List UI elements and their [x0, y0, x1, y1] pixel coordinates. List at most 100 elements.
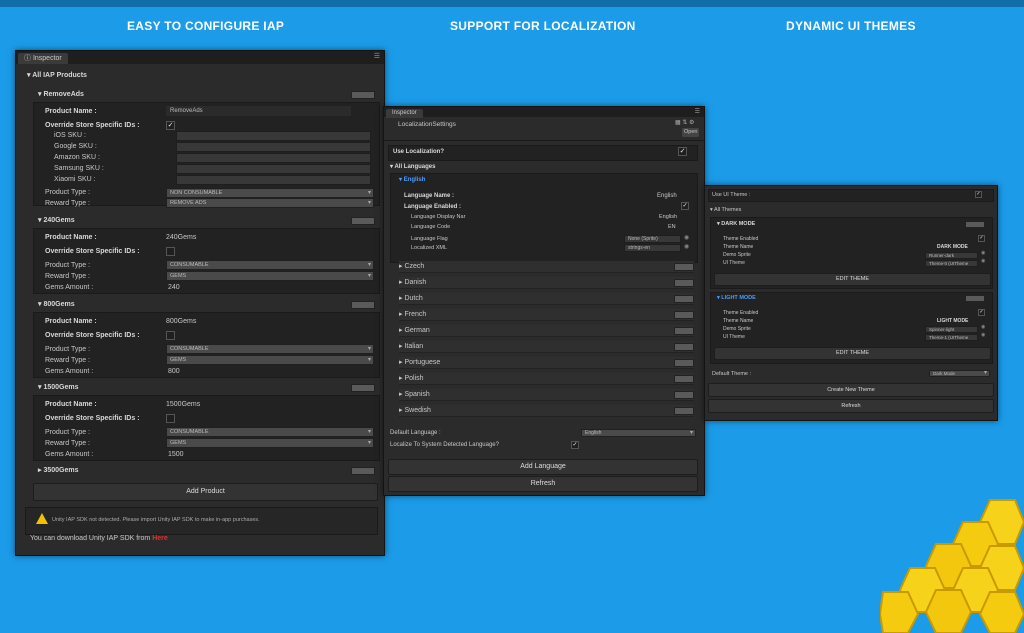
theme-options-button[interactable] — [965, 295, 985, 302]
language-options-button[interactable] — [674, 375, 694, 383]
language-row-polish[interactable]: ▸ Polish — [399, 373, 694, 385]
use-theme-checkbox[interactable]: ✓ — [975, 191, 982, 198]
language-row-german[interactable]: ▸ German — [399, 325, 694, 337]
language-options-button[interactable] — [674, 391, 694, 399]
product-type-dropdown[interactable]: CONSUMABLE — [166, 260, 374, 270]
language-flag-field[interactable]: None (Sprite) — [624, 235, 681, 243]
language-row-danish[interactable]: ▸ Danish — [399, 277, 694, 289]
language-row-swedish[interactable]: ▸ Swedish — [399, 405, 694, 417]
use-localization-checkbox[interactable]: ✓ — [678, 147, 687, 156]
override-checkbox[interactable] — [166, 331, 175, 340]
demo-sprite-field[interactable]: Runner-dark — [925, 252, 978, 259]
object-picker-icon[interactable]: ◉ — [684, 243, 689, 250]
object-picker-icon[interactable]: ◉ — [981, 332, 985, 338]
language-options-button[interactable] — [674, 263, 694, 271]
system-language-checkbox[interactable]: ✓ — [571, 441, 579, 449]
product-type-dropdown[interactable]: CONSUMABLE — [166, 427, 374, 437]
product-options-button[interactable] — [351, 217, 375, 225]
language-options-button[interactable] — [674, 407, 694, 415]
language-options-button[interactable] — [674, 295, 694, 303]
language-options-button[interactable] — [674, 359, 694, 367]
language-row-portuguese[interactable]: ▸ Portuguese — [399, 357, 694, 369]
override-checkbox[interactable] — [166, 247, 175, 256]
theme-options-button[interactable] — [965, 221, 985, 228]
product-options-button[interactable] — [351, 467, 375, 475]
product-name-field[interactable]: 240Gems — [166, 233, 196, 242]
language-options-button[interactable] — [674, 327, 694, 335]
theme-foldout-dark[interactable]: ▾ DARK MODE — [717, 220, 755, 229]
theme-name-field[interactable]: LIGHT MODE — [937, 317, 968, 326]
create-new-theme-button[interactable]: Create New Theme — [708, 383, 994, 397]
object-picker-icon[interactable]: ◉ — [981, 250, 985, 256]
themes-refresh-button[interactable]: Refresh — [708, 399, 994, 413]
gems-amount-field[interactable]: 1500 — [168, 450, 184, 459]
localized-xml-field[interactable]: strings-en — [624, 244, 681, 252]
object-picker-icon[interactable]: ◉ — [684, 234, 689, 241]
theme-foldout-light[interactable]: ▾ LIGHT MODE — [717, 294, 756, 303]
language-row-italian[interactable]: ▸ Italian — [399, 341, 694, 353]
reward-type-dropdown[interactable]: REMOVE ADS — [166, 198, 374, 208]
language-options-button[interactable] — [674, 279, 694, 287]
language-row-dutch[interactable]: ▸ Dutch — [399, 293, 694, 305]
reward-type-dropdown[interactable]: GEMS — [166, 271, 374, 281]
gems-amount-field[interactable]: 240 — [168, 283, 180, 292]
product-name-field[interactable]: 800Gems — [166, 317, 196, 326]
override-checkbox[interactable] — [166, 414, 175, 423]
language-enabled-checkbox[interactable]: ✓ — [681, 202, 689, 210]
product-name-field[interactable]: 1500Gems — [166, 400, 200, 409]
ui-theme-field[interactable]: Theme-0 (UITheme — [925, 260, 978, 267]
settings-icons[interactable]: ▦ ⇅ ⚙ — [675, 119, 694, 128]
product-options-button[interactable] — [351, 384, 375, 392]
sku-field-ios[interactable] — [176, 131, 371, 141]
product-options-button[interactable] — [351, 91, 375, 99]
sku-field-samsung[interactable] — [176, 164, 371, 174]
demo-sprite-field[interactable]: Spinner-light — [925, 326, 978, 333]
sku-field-amazon[interactable] — [176, 153, 371, 163]
all-iap-products-foldout[interactable]: ▾ All IAP Products — [27, 71, 87, 80]
open-button[interactable]: Open — [682, 128, 700, 137]
iap-inspector-tab[interactable]: ⓘ Inspector — [18, 53, 68, 64]
add-product-button[interactable]: Add Product — [33, 483, 378, 501]
product-foldout-240gems[interactable]: ▾ 240Gems — [38, 216, 75, 225]
theme-enabled-checkbox[interactable]: ✓ — [978, 235, 985, 242]
object-picker-icon[interactable]: ◉ — [981, 324, 985, 330]
reward-type-dropdown[interactable]: GEMS — [166, 438, 374, 448]
ui-theme-field[interactable]: Theme-1 (UITheme — [925, 334, 978, 341]
edit-theme-button[interactable]: EDIT THEME — [714, 347, 991, 360]
loc-inspector-tab[interactable]: Inspector — [386, 109, 423, 118]
all-themes-foldout[interactable]: ▾ All Themes — [710, 206, 741, 215]
theme-enabled-checkbox[interactable]: ✓ — [978, 309, 985, 316]
menu-icon[interactable]: ☰ — [695, 108, 700, 115]
all-languages-foldout[interactable]: ▾ All Languages — [390, 163, 435, 172]
language-row-french[interactable]: ▸ French — [399, 309, 694, 321]
menu-icon[interactable]: ☰ — [374, 52, 380, 60]
sku-field-xiaomi[interactable] — [176, 175, 371, 185]
product-type-dropdown[interactable]: CONSUMABLE — [166, 344, 374, 354]
product-foldout-removeads[interactable]: ▾ RemoveAds — [38, 90, 84, 99]
language-row-czech[interactable]: ▸ Czech — [399, 261, 694, 273]
default-theme-dropdown[interactable]: Dark Mode — [929, 370, 990, 377]
add-language-button[interactable]: Add Language — [388, 459, 698, 475]
language-code-field[interactable]: EN — [668, 223, 676, 232]
default-language-dropdown[interactable]: English — [581, 429, 696, 437]
product-name-field[interactable]: RemoveAds — [166, 106, 351, 116]
product-foldout-800gems[interactable]: ▾ 800Gems — [38, 300, 75, 309]
language-options-button[interactable] — [674, 343, 694, 351]
download-link[interactable]: Here — [152, 535, 168, 542]
language-foldout-english[interactable]: ▾ English — [399, 176, 425, 185]
language-name-field[interactable]: English — [657, 192, 677, 201]
loc-refresh-button[interactable]: Refresh — [388, 476, 698, 492]
override-checkbox[interactable]: ✓ — [166, 121, 175, 130]
edit-theme-button[interactable]: EDIT THEME — [714, 273, 991, 286]
object-picker-icon[interactable]: ◉ — [981, 258, 985, 264]
product-options-button[interactable] — [351, 301, 375, 309]
language-row-spanish[interactable]: ▸ Spanish — [399, 389, 694, 401]
display-name-field[interactable]: English — [659, 213, 677, 222]
product-foldout-3500gems[interactable]: ▸ 3500Gems — [38, 466, 79, 475]
product-foldout-1500gems[interactable]: ▾ 1500Gems — [38, 383, 79, 392]
language-options-button[interactable] — [674, 311, 694, 319]
theme-name-field[interactable]: DARK MODE — [937, 243, 968, 252]
product-type-dropdown[interactable]: NON CONSUMABLE — [166, 188, 374, 198]
sku-field-google[interactable] — [176, 142, 371, 152]
gems-amount-field[interactable]: 800 — [168, 367, 180, 376]
